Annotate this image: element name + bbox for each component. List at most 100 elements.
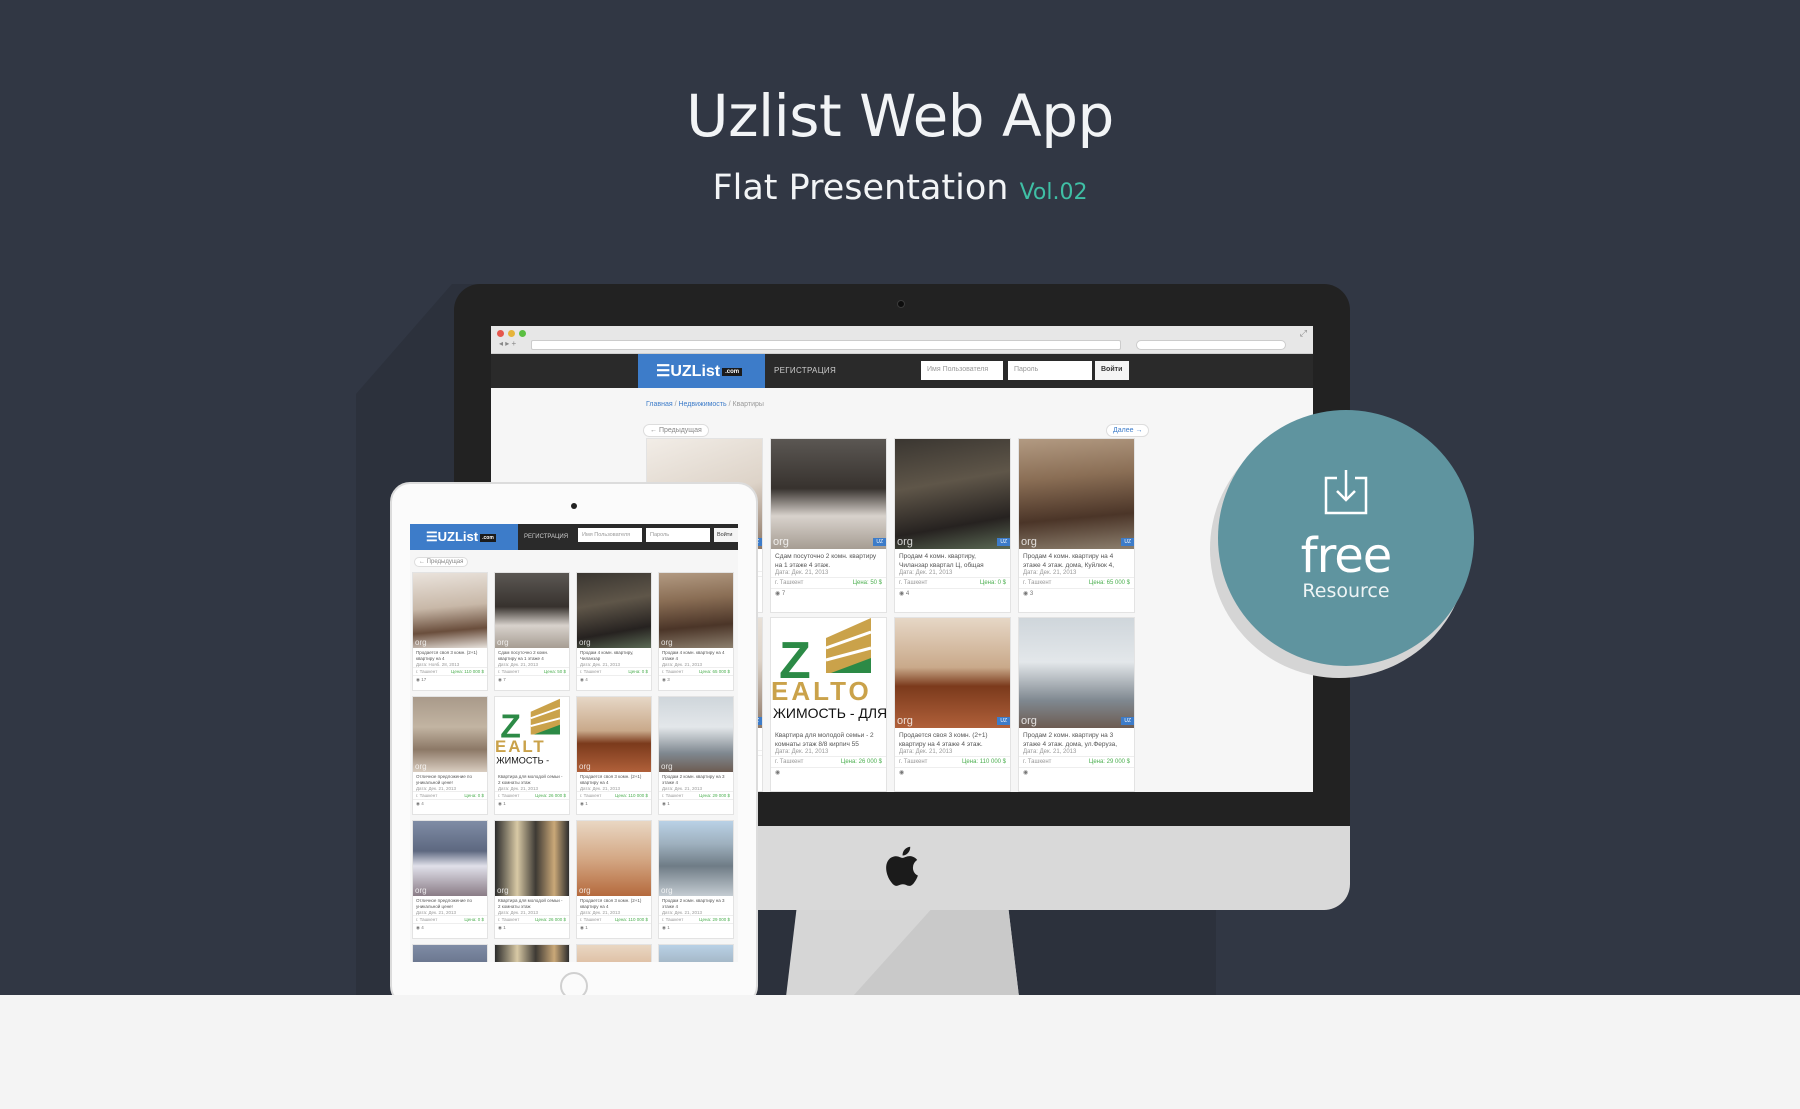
listing-card[interactable]: Z EALT ЖИМОСТЬ - Квартира для молодой се… — [494, 696, 570, 815]
listing-description[interactable]: Сдам посуточно 2 комн. квартиру на 1 эта… — [495, 648, 569, 662]
breadcrumb-realty[interactable]: Недвижимость — [679, 401, 727, 408]
listing-card[interactable]: org Квартира для молодой семьи - 2 комна… — [494, 820, 570, 939]
listing-description[interactable]: Отличное предложение по уникальной цене! — [413, 896, 487, 910]
breadcrumb-home[interactable]: Главная — [646, 401, 673, 408]
listing-photo[interactable]: org — [413, 573, 487, 648]
watermark-text: org — [415, 762, 427, 771]
listing-photo[interactable]: org — [577, 697, 651, 772]
eye-icon: ◉ — [775, 770, 781, 776]
listing-photo[interactable]: org UZ — [771, 439, 886, 549]
listing-card[interactable]: org ◉ — [658, 944, 734, 962]
password-input[interactable]: Пароль — [1008, 361, 1092, 380]
listing-photo[interactable]: org — [413, 697, 487, 772]
login-button[interactable]: Войти — [1095, 361, 1129, 380]
close-icon[interactable] — [497, 330, 504, 337]
listing-card[interactable]: org Продам 4 комн. квартиру на 4 этаже 4… — [658, 572, 734, 691]
listing-card[interactable]: org Продам 4 комн. квартиру, Чиланзар Да… — [576, 572, 652, 691]
views-count: 1 — [503, 801, 506, 806]
listing-card[interactable]: org Продается своя 3 комн. (2+1) квартир… — [412, 572, 488, 691]
ipad-username-input[interactable]: Имя Пользователя — [578, 528, 642, 542]
listing-photo[interactable]: org — [495, 945, 569, 962]
eye-icon: ◉ — [775, 591, 781, 597]
listing-photo[interactable]: org — [413, 821, 487, 896]
listing-card[interactable]: org UZ Продается своя 3 комн. (2+1) кварт… — [894, 617, 1011, 792]
listing-card[interactable]: org Отличное предложение по уникальной ц… — [412, 820, 488, 939]
listing-card[interactable]: org Продается своя 3 комн. (2+1) квартир… — [576, 820, 652, 939]
listing-photo[interactable]: org UZ — [1019, 439, 1134, 549]
listing-photo[interactable]: org — [577, 945, 651, 962]
fullscreen-icon[interactable]: ⤢ — [1300, 328, 1307, 339]
ipad-password-input[interactable]: Пароль — [646, 528, 710, 542]
listing-description[interactable]: Продам 2 комн. квартиру на 3 этаже 4 — [659, 896, 733, 910]
listing-card[interactable]: org UZ Продам 2 комн. квартиру на 3 этаже… — [1018, 617, 1135, 792]
eye-icon: ◉ — [580, 677, 584, 682]
site-logo[interactable]: ☰UZList .com — [638, 354, 765, 388]
listing-description[interactable]: Продам 4 комн. квартиру на 4 этаже 4 — [659, 648, 733, 662]
listing-description[interactable]: Продам 4 комн. квартиру, Чиланзар кварта… — [895, 549, 1010, 569]
listing-date: Дата: Дек. 21, 2013 — [1023, 570, 1077, 576]
listing-photo[interactable]: org UZ — [1019, 618, 1134, 728]
listing-card[interactable]: org UZ Продам 4 комн. квартиру на 4 этаже… — [1018, 438, 1135, 613]
listing-description[interactable]: Продам 2 комн. квартиру на 3 этаже 4 — [659, 772, 733, 786]
listing-photo[interactable]: org UZ — [895, 618, 1010, 728]
listing-description[interactable]: Квартира для молодой семьи - 2 комнаты э… — [495, 896, 569, 910]
listing-description[interactable]: Продается своя 3 комн. (2+1) квартиру на… — [577, 772, 651, 786]
listing-description[interactable]: Продам 4 комн. квартиру, Чиланзар — [577, 648, 651, 662]
listing-photo[interactable]: org — [659, 697, 733, 772]
listing-card[interactable]: org Продам 2 комн. квартиру на 3 этаже 4… — [658, 696, 734, 815]
browser-search[interactable] — [1136, 340, 1286, 350]
listing-photo[interactable]: org — [495, 821, 569, 896]
listing-card[interactable]: org Продам 2 комн. квартиру на 3 этаже 4… — [658, 820, 734, 939]
listing-city: г. Ташкент — [580, 669, 602, 674]
views-count: 4 — [421, 925, 424, 930]
listing-description[interactable]: Продам 4 комн. квартиру на 4 этаже 4 эта… — [1019, 549, 1134, 569]
listing-city: г. Ташкент — [775, 759, 804, 765]
back-forward-icon[interactable]: ◂ ▸ + — [499, 339, 516, 348]
listing-card[interactable]: org Отличное предложение по уникальной ц… — [412, 696, 488, 815]
ipad-login-button[interactable]: Войти — [714, 528, 738, 542]
listing-photo[interactable]: org UZ — [895, 439, 1010, 549]
listing-card[interactable]: org UZ Продам 4 комн. квартиру, Чиланзар … — [894, 438, 1011, 613]
listing-description[interactable]: Квартира для молодой семьи - 2 комнаты э… — [495, 772, 569, 786]
listing-photo[interactable]: org — [659, 821, 733, 896]
listing-card[interactable]: Z EALTO ЖИМОСТЬ - ДЛЯ Квартира для молод… — [770, 617, 887, 792]
listing-card[interactable]: org ◉ — [412, 944, 488, 962]
listing-description[interactable]: Продам 2 комн. квартиру на 3 этаже 4 эта… — [1019, 728, 1134, 748]
listing-photo[interactable]: Z EALTO ЖИМОСТЬ - ДЛЯ — [771, 618, 886, 728]
next-page-button[interactable]: Далее → — [1106, 424, 1150, 437]
listing-description[interactable]: Отличное предложение по уникальной цене! — [413, 772, 487, 786]
listing-photo[interactable]: org — [413, 945, 487, 962]
listing-meta: г. Ташкент Цена: 110 000 $ — [577, 791, 651, 799]
listing-city: г. Ташкент — [416, 793, 438, 798]
listing-description[interactable]: Продается своя 3 комн. (2+1) квартиру на… — [895, 728, 1010, 748]
free-resource-badge[interactable]: free Resource — [1218, 410, 1474, 666]
listing-description[interactable]: Продается своя 3 комн. (2+1) квартиру на… — [413, 648, 487, 662]
listing-card[interactable]: org Сдам посуточно 2 комн. квартиру на 1… — [494, 572, 570, 691]
views-count: 1 — [503, 925, 506, 930]
minimize-icon[interactable] — [508, 330, 515, 337]
url-bar[interactable] — [531, 340, 1121, 350]
zoom-icon[interactable] — [519, 330, 526, 337]
listing-card[interactable]: org ◉ — [576, 944, 652, 962]
listing-photo[interactable]: org — [577, 821, 651, 896]
ipad-prev-page-button[interactable]: ← Предыдущая — [414, 557, 469, 567]
username-input[interactable]: Имя Пользователя — [921, 361, 1003, 380]
listing-views: ◉ 4 — [413, 799, 487, 808]
listing-photo[interactable]: Z EALT ЖИМОСТЬ - — [495, 697, 569, 772]
listing-photo[interactable]: org — [495, 573, 569, 648]
listing-date: Дата: Дек. 21, 2013 — [1023, 749, 1077, 755]
listing-photo[interactable]: org — [659, 573, 733, 648]
listing-description[interactable]: Продается своя 3 комн. (2+1) квартиру на… — [577, 896, 651, 910]
prev-page-button[interactable]: ← Предыдущая — [643, 424, 709, 437]
listing-card[interactable]: org ◉ — [494, 944, 570, 962]
register-link[interactable]: РЕГИСТРАЦИЯ — [774, 366, 836, 375]
listing-description[interactable]: Квартира для молодой семьи - 2 комнаты э… — [771, 728, 886, 748]
listing-card[interactable]: org Продается своя 3 комн. (2+1) квартир… — [576, 696, 652, 815]
logo-tagline: ЖИМОСТЬ - ДЛЯ — [773, 705, 886, 721]
listing-photo[interactable]: org — [659, 945, 733, 962]
listing-card[interactable]: org UZ Сдам посуточно 2 комн. квартиру на… — [770, 438, 887, 613]
ipad-site-logo[interactable]: ☰UZList .com — [410, 524, 518, 550]
ipad-register-link[interactable]: РЕГИСТРАЦИЯ — [524, 534, 568, 540]
listing-photo[interactable]: org — [577, 573, 651, 648]
listing-description[interactable]: Сдам посуточно 2 комн. квартиру на 1 эта… — [771, 549, 886, 569]
